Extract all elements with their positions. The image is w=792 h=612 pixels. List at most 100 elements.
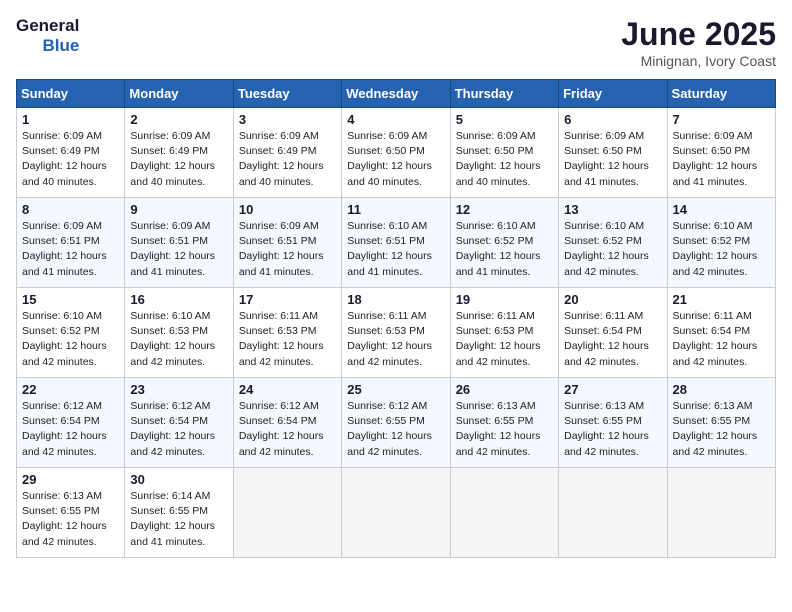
day-number: 3 — [239, 112, 336, 127]
day-number: 19 — [456, 292, 553, 307]
empty-cell — [667, 468, 775, 558]
col-header-wednesday: Wednesday — [342, 80, 450, 108]
day-info: Sunrise: 6:12 AMSunset: 6:55 PMDaylight:… — [347, 399, 444, 460]
day-cell-2: 2Sunrise: 6:09 AMSunset: 6:49 PMDaylight… — [125, 108, 233, 198]
day-cell-8: 8Sunrise: 6:09 AMSunset: 6:51 PMDaylight… — [17, 198, 125, 288]
empty-cell — [342, 468, 450, 558]
day-info: Sunrise: 6:10 AMSunset: 6:52 PMDaylight:… — [564, 219, 661, 280]
day-cell-21: 21 Sunrise: 6:11 AMSunset: 6:54 PMDayligh… — [667, 288, 775, 378]
day-number: 2 — [130, 112, 227, 127]
logo-general: General — [16, 16, 79, 36]
page-header: General Blue June 2025 Minignan, Ivory C… — [16, 16, 776, 69]
day-number: 26 — [456, 382, 553, 397]
day-info: Sunrise: 6:09 AMSunset: 6:50 PMDaylight:… — [673, 129, 770, 190]
calendar-table: SundayMondayTuesdayWednesdayThursdayFrid… — [16, 79, 776, 558]
col-header-sunday: Sunday — [17, 80, 125, 108]
day-info: Sunrise: 6:10 AMSunset: 6:52 PMDaylight:… — [22, 309, 119, 370]
day-cell-3: 3 Sunrise: 6:09 AMSunset: 6:49 PMDaylight… — [233, 108, 341, 198]
day-cell-4: 4 Sunrise: 6:09 AMSunset: 6:50 PMDaylight… — [342, 108, 450, 198]
day-info: Sunrise: 6:11 AMSunset: 6:54 PMDaylight:… — [564, 309, 661, 370]
title-block: June 2025 Minignan, Ivory Coast — [621, 16, 776, 69]
day-number: 15 — [22, 292, 119, 307]
logo: General Blue — [16, 16, 89, 56]
day-cell-5: 5 Sunrise: 6:09 AMSunset: 6:50 PMDaylight… — [450, 108, 558, 198]
col-header-saturday: Saturday — [667, 80, 775, 108]
day-info: Sunrise: 6:09 AMSunset: 6:50 PMDaylight:… — [564, 129, 661, 190]
empty-cell — [559, 468, 667, 558]
day-number: 20 — [564, 292, 661, 307]
day-number: 6 — [564, 112, 661, 127]
day-info: Sunrise: 6:09 AMSunset: 6:51 PMDaylight:… — [239, 219, 336, 280]
day-info: Sunrise: 6:09 AMSunset: 6:50 PMDaylight:… — [347, 129, 444, 190]
day-info: Sunrise: 6:12 AMSunset: 6:54 PMDaylight:… — [130, 399, 227, 460]
day-cell-17: 17 Sunrise: 6:11 AMSunset: 6:53 PMDayligh… — [233, 288, 341, 378]
day-number: 22 — [22, 382, 119, 397]
location: Minignan, Ivory Coast — [621, 53, 776, 69]
calendar-week-5: 29Sunrise: 6:13 AMSunset: 6:55 PMDayligh… — [17, 468, 776, 558]
col-header-friday: Friday — [559, 80, 667, 108]
day-number: 16 — [130, 292, 227, 307]
day-info: Sunrise: 6:13 AMSunset: 6:55 PMDaylight:… — [456, 399, 553, 460]
day-number: 11 — [347, 202, 444, 217]
day-cell-23: 23 Sunrise: 6:12 AMSunset: 6:54 PMDayligh… — [125, 378, 233, 468]
calendar-week-2: 8Sunrise: 6:09 AMSunset: 6:51 PMDaylight… — [17, 198, 776, 288]
day-cell-19: 19 Sunrise: 6:11 AMSunset: 6:53 PMDayligh… — [450, 288, 558, 378]
day-info: Sunrise: 6:13 AMSunset: 6:55 PMDaylight:… — [564, 399, 661, 460]
col-header-monday: Monday — [125, 80, 233, 108]
day-number: 23 — [130, 382, 227, 397]
day-info: Sunrise: 6:12 AMSunset: 6:54 PMDaylight:… — [239, 399, 336, 460]
day-number: 10 — [239, 202, 336, 217]
day-cell-12: 12 Sunrise: 6:10 AMSunset: 6:52 PMDayligh… — [450, 198, 558, 288]
day-cell-6: 6 Sunrise: 6:09 AMSunset: 6:50 PMDaylight… — [559, 108, 667, 198]
day-cell-1: 1 Sunrise: 6:09 AMSunset: 6:49 PMDaylight… — [17, 108, 125, 198]
col-header-tuesday: Tuesday — [233, 80, 341, 108]
empty-cell — [233, 468, 341, 558]
day-number: 29 — [22, 472, 119, 487]
day-number: 1 — [22, 112, 119, 127]
day-cell-20: 20 Sunrise: 6:11 AMSunset: 6:54 PMDayligh… — [559, 288, 667, 378]
day-number: 14 — [673, 202, 770, 217]
day-info: Sunrise: 6:14 AMSunset: 6:55 PMDaylight:… — [130, 489, 227, 550]
day-info: Sunrise: 6:09 AMSunset: 6:49 PMDaylight:… — [239, 129, 336, 190]
day-number: 17 — [239, 292, 336, 307]
day-cell-25: 25Sunrise: 6:12 AMSunset: 6:55 PMDayligh… — [342, 378, 450, 468]
day-number: 30 — [130, 472, 227, 487]
day-cell-13: 13 Sunrise: 6:10 AMSunset: 6:52 PMDayligh… — [559, 198, 667, 288]
day-number: 7 — [673, 112, 770, 127]
day-cell-26: 26 Sunrise: 6:13 AMSunset: 6:55 PMDayligh… — [450, 378, 558, 468]
day-cell-24: 24 Sunrise: 6:12 AMSunset: 6:54 PMDayligh… — [233, 378, 341, 468]
calendar-week-3: 15 Sunrise: 6:10 AMSunset: 6:52 PMDayligh… — [17, 288, 776, 378]
empty-cell — [450, 468, 558, 558]
day-info: Sunrise: 6:09 AMSunset: 6:50 PMDaylight:… — [456, 129, 553, 190]
day-number: 27 — [564, 382, 661, 397]
calendar-week-4: 22 Sunrise: 6:12 AMSunset: 6:54 PMDayligh… — [17, 378, 776, 468]
day-number: 21 — [673, 292, 770, 307]
logo-blue: Blue — [42, 36, 79, 56]
day-info: Sunrise: 6:10 AMSunset: 6:52 PMDaylight:… — [456, 219, 553, 280]
day-cell-27: 27 Sunrise: 6:13 AMSunset: 6:55 PMDayligh… — [559, 378, 667, 468]
day-cell-16: 16Sunrise: 6:10 AMSunset: 6:53 PMDayligh… — [125, 288, 233, 378]
day-info: Sunrise: 6:09 AMSunset: 6:51 PMDaylight:… — [22, 219, 119, 280]
day-number: 18 — [347, 292, 444, 307]
day-info: Sunrise: 6:11 AMSunset: 6:53 PMDaylight:… — [347, 309, 444, 370]
day-cell-14: 14 Sunrise: 6:10 AMSunset: 6:52 PMDayligh… — [667, 198, 775, 288]
day-cell-10: 10 Sunrise: 6:09 AMSunset: 6:51 PMDayligh… — [233, 198, 341, 288]
day-info: Sunrise: 6:09 AMSunset: 6:49 PMDaylight:… — [22, 129, 119, 190]
calendar-header-row: SundayMondayTuesdayWednesdayThursdayFrid… — [17, 80, 776, 108]
col-header-thursday: Thursday — [450, 80, 558, 108]
day-number: 12 — [456, 202, 553, 217]
day-cell-9: 9Sunrise: 6:09 AMSunset: 6:51 PMDaylight… — [125, 198, 233, 288]
day-number: 13 — [564, 202, 661, 217]
day-info: Sunrise: 6:10 AMSunset: 6:51 PMDaylight:… — [347, 219, 444, 280]
day-number: 24 — [239, 382, 336, 397]
logo: General Blue — [16, 16, 89, 56]
day-cell-29: 29Sunrise: 6:13 AMSunset: 6:55 PMDayligh… — [17, 468, 125, 558]
day-number: 5 — [456, 112, 553, 127]
day-info: Sunrise: 6:13 AMSunset: 6:55 PMDaylight:… — [673, 399, 770, 460]
day-info: Sunrise: 6:11 AMSunset: 6:53 PMDaylight:… — [456, 309, 553, 370]
day-info: Sunrise: 6:11 AMSunset: 6:53 PMDaylight:… — [239, 309, 336, 370]
day-cell-30: 30 Sunrise: 6:14 AMSunset: 6:55 PMDayligh… — [125, 468, 233, 558]
day-info: Sunrise: 6:10 AMSunset: 6:52 PMDaylight:… — [673, 219, 770, 280]
day-info: Sunrise: 6:11 AMSunset: 6:54 PMDaylight:… — [673, 309, 770, 370]
day-number: 4 — [347, 112, 444, 127]
